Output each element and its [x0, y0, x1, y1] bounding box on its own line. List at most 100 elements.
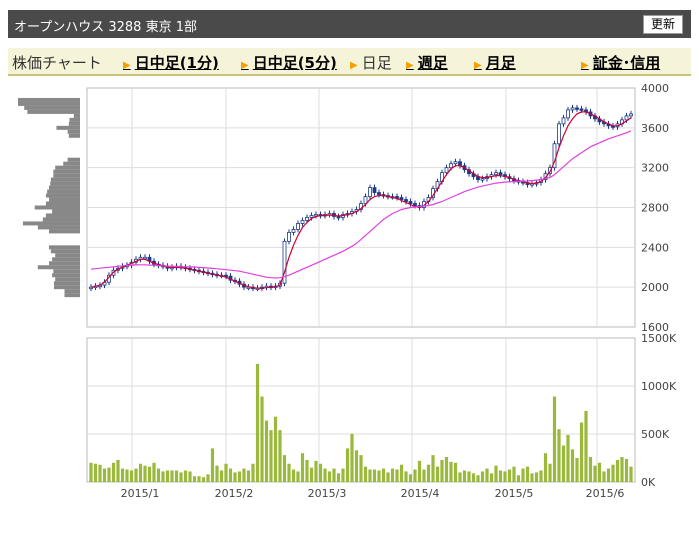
candle-body: [399, 197, 404, 200]
volume-bar: [296, 471, 300, 482]
candle-body: [377, 192, 381, 195]
date-tick-label: 2015/2: [215, 487, 254, 500]
volume-bar: [179, 472, 183, 482]
volume-bar: [129, 470, 134, 482]
volume-bar: [201, 477, 206, 482]
depth-bar: [52, 209, 80, 214]
candle-body: [570, 107, 575, 111]
volume-bar: [363, 466, 368, 482]
depth-bar: [50, 249, 80, 254]
candle-body: [566, 109, 570, 119]
volume-bar: [525, 466, 530, 482]
volume-bar: [255, 363, 260, 482]
volume-bar: [539, 470, 543, 482]
volume-bar: [498, 470, 503, 482]
candle-body: [444, 167, 449, 174]
volume-bar: [377, 470, 381, 482]
volume-bar: [399, 464, 404, 482]
volume-bar: [422, 469, 426, 482]
depth-bar: [18, 97, 80, 102]
volume-bar: [300, 453, 305, 482]
volume-bar: [251, 463, 255, 482]
price-tick-label: 4000: [641, 82, 669, 95]
volume-bar: [620, 457, 624, 482]
candle-body: [498, 172, 503, 176]
volume-bar: [120, 468, 125, 482]
price-tick-label: 2000: [641, 281, 669, 294]
volume-bar: [395, 469, 399, 482]
volume-bar: [260, 396, 264, 482]
stock-chart: 4000360032002800240020001600 1500K1000K5…: [18, 82, 677, 500]
volume-bar: [336, 473, 341, 482]
candle-body: [291, 229, 296, 233]
volume-bar: [161, 471, 165, 482]
candle-body: [372, 187, 377, 193]
depth-bar: [34, 205, 80, 210]
volume-bar: [557, 429, 561, 482]
depth-bar: [56, 125, 80, 130]
volume-bar: [98, 464, 102, 482]
volume-bar: [359, 455, 363, 482]
depth-bar: [63, 161, 80, 166]
volume-bar: [210, 448, 215, 482]
candlestick-series: [89, 104, 633, 292]
candle-body: [458, 161, 462, 167]
depth-bar: [69, 117, 80, 122]
depth-bar: [49, 261, 80, 266]
volume-bar: [566, 434, 570, 482]
depth-bar: [37, 225, 80, 230]
volume-bar: [579, 422, 584, 482]
depth-bar: [50, 177, 80, 182]
volume-bar: [341, 468, 345, 482]
price-depth-bars: [18, 97, 80, 298]
volume-tick-label: 500K: [641, 428, 670, 441]
volume-bar: [530, 473, 534, 482]
volume-bar: [125, 469, 129, 482]
depth-bar: [49, 229, 80, 234]
volume-bar: [89, 462, 93, 482]
price-axis-labels: 4000360032002800240020001600: [641, 82, 669, 334]
date-tick-label: 2015/1: [121, 487, 160, 500]
volume-bar: [575, 458, 579, 482]
volume-bar: [350, 434, 354, 482]
candle-body: [557, 123, 561, 145]
volume-bar: [386, 472, 390, 482]
volume-bar: [404, 471, 408, 482]
depth-bar: [67, 129, 80, 134]
volume-bar: [471, 473, 476, 482]
volume-bar: [624, 458, 629, 482]
volume-bar: [512, 466, 516, 482]
volume-bar: [431, 455, 435, 482]
depth-bar: [53, 281, 80, 286]
volume-bar: [552, 396, 557, 482]
volume-bar: [192, 476, 197, 482]
volume-bar: [503, 471, 507, 482]
depth-bar: [53, 173, 80, 178]
depth-bar: [64, 289, 80, 294]
candle-body: [287, 231, 291, 242]
volume-bar: [134, 468, 138, 482]
depth-bar: [64, 293, 80, 298]
volume-bar: [242, 468, 246, 482]
volume-bar: [174, 470, 179, 482]
depth-bar: [24, 105, 80, 110]
candle-body: [309, 215, 314, 218]
depth-bar: [37, 265, 80, 270]
candle-body: [624, 115, 629, 121]
volume-bar: [206, 474, 210, 482]
price-tick-label: 2400: [641, 241, 669, 254]
depth-bar: [53, 169, 80, 174]
volume-bar: [507, 469, 512, 482]
volume-bar: [606, 468, 611, 482]
volume-bar: [152, 462, 156, 482]
volume-bar: [534, 472, 539, 482]
volume-bar: [435, 466, 440, 482]
volume-bar: [611, 464, 615, 482]
depth-bar: [73, 113, 80, 118]
volume-bar: [413, 469, 417, 482]
volume-bar: [381, 468, 386, 482]
volume-bar: [332, 468, 336, 482]
volume-bar: [197, 476, 201, 482]
volume-bar: [269, 430, 273, 482]
candle-body: [453, 161, 458, 165]
